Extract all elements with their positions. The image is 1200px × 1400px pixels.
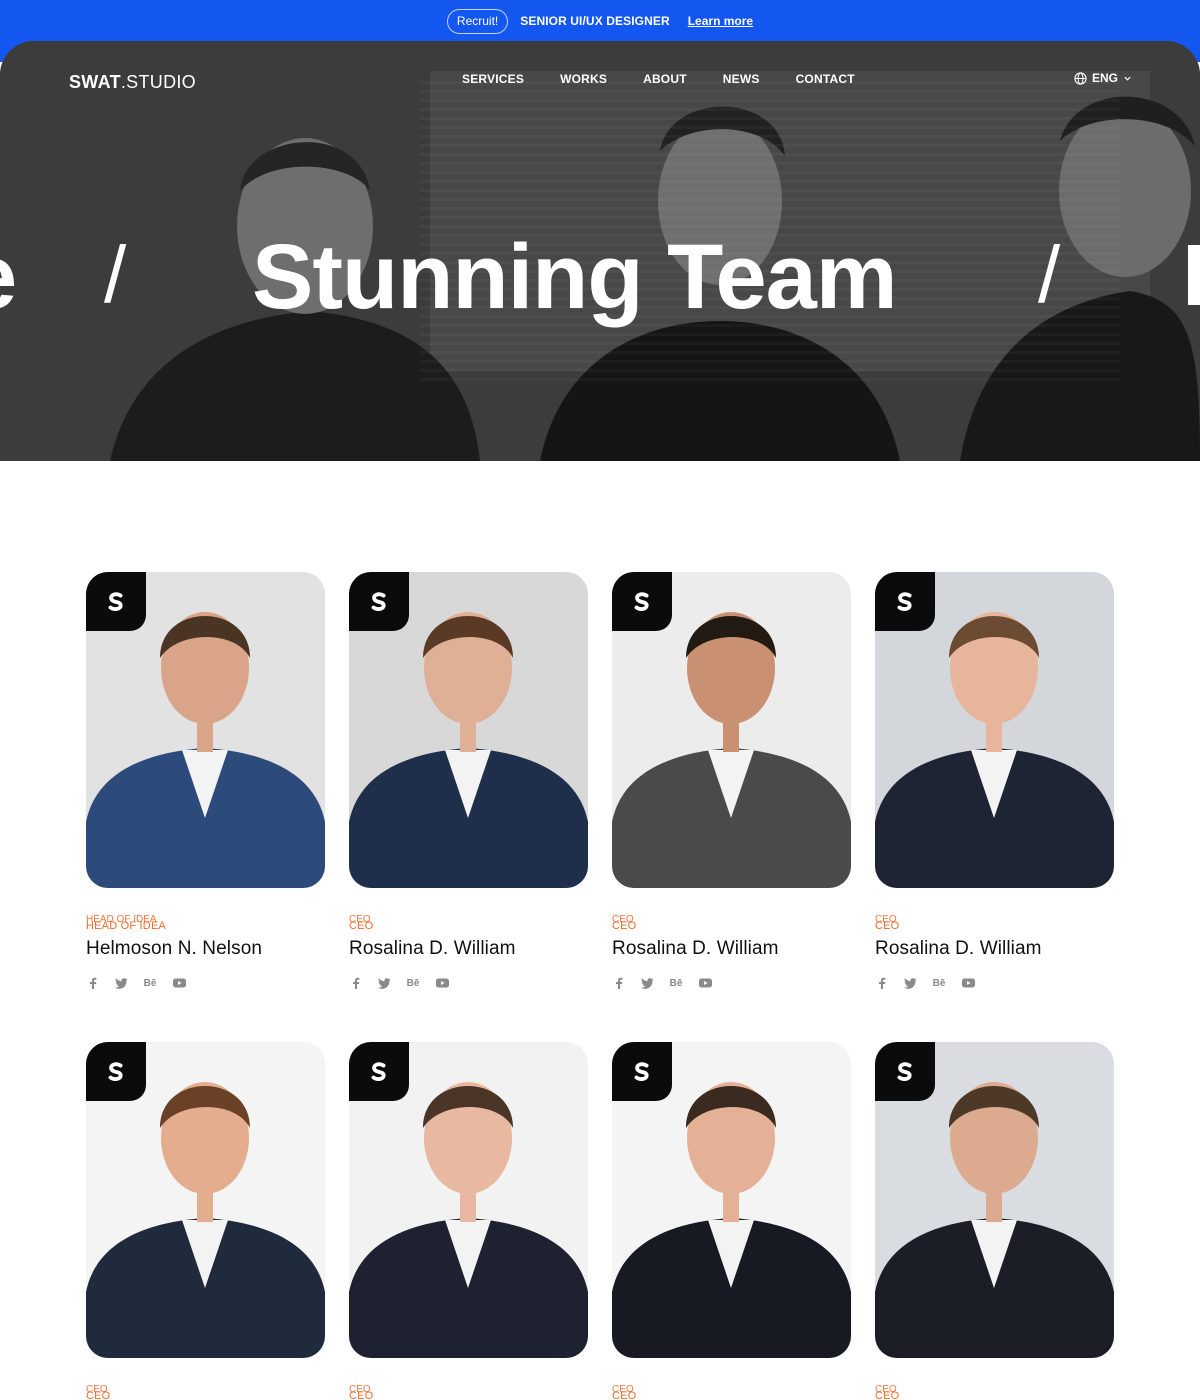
member-role-ghost: CEO bbox=[612, 914, 634, 924]
twitter-icon[interactable] bbox=[377, 976, 391, 990]
youtube-icon[interactable] bbox=[435, 976, 449, 990]
twitter-icon[interactable] bbox=[903, 976, 917, 990]
globe-icon bbox=[1074, 71, 1087, 85]
member-role-ghost: HEAD OF IDEA bbox=[86, 914, 157, 924]
facebook-icon[interactable] bbox=[875, 976, 889, 990]
team-member-card[interactable]: CEO CEO Bē bbox=[86, 1042, 325, 1400]
facebook-icon[interactable] bbox=[349, 976, 363, 990]
member-social-links: Bē bbox=[875, 976, 1114, 990]
member-role-ghost: CEO bbox=[86, 1384, 108, 1394]
brand-s-icon bbox=[897, 1061, 912, 1081]
brand-s-icon bbox=[371, 591, 386, 611]
brand-badge bbox=[875, 572, 935, 631]
brand-s-icon bbox=[108, 591, 123, 611]
brand-badge bbox=[86, 1042, 146, 1101]
member-name[interactable]: Rosalina D. William bbox=[349, 938, 588, 960]
learn-more-link[interactable]: Learn more bbox=[688, 14, 753, 28]
member-role-ghost: CEO bbox=[875, 914, 897, 924]
recruit-badge[interactable]: Recruit! bbox=[446, 8, 509, 34]
team-member-card[interactable]: HEAD OF IDEA HEAD OF IDEA Helmoson N. Ne… bbox=[86, 572, 325, 990]
hero-section: SWAT.STUDIO SERVICES WORKS ABOUT NEWS CO… bbox=[0, 41, 1200, 461]
team-member-card[interactable]: CEO CEO Bē bbox=[875, 1042, 1114, 1400]
member-photo[interactable] bbox=[86, 572, 325, 888]
behance-icon[interactable]: Bē bbox=[931, 976, 947, 990]
nav-item-news[interactable]: NEWS bbox=[723, 72, 760, 86]
nav-item-about[interactable]: ABOUT bbox=[643, 72, 687, 86]
brand-badge bbox=[875, 1042, 935, 1101]
youtube-icon[interactable] bbox=[698, 976, 712, 990]
member-photo[interactable] bbox=[875, 1042, 1114, 1358]
member-photo[interactable] bbox=[875, 572, 1114, 888]
brand-badge bbox=[349, 572, 409, 631]
brand-badge bbox=[349, 1042, 409, 1101]
logo-light: .STUDIO bbox=[120, 72, 196, 92]
member-social-links: Bē bbox=[86, 976, 325, 990]
brand-s-icon bbox=[371, 1061, 386, 1081]
brand-s-icon bbox=[897, 591, 912, 611]
brand-badge bbox=[612, 572, 672, 631]
chevron-down-icon bbox=[1124, 76, 1131, 81]
logo-bold: SWAT bbox=[69, 72, 121, 92]
member-photo[interactable] bbox=[86, 1042, 325, 1358]
team-member-card[interactable]: CEO CEO Rosalina D. William Bē bbox=[612, 572, 851, 990]
member-role-ghost: CEO bbox=[349, 914, 371, 924]
behance-icon[interactable]: Bē bbox=[668, 976, 684, 990]
logo[interactable]: SWAT.STUDIO bbox=[69, 72, 196, 93]
youtube-icon[interactable] bbox=[961, 976, 975, 990]
member-photo[interactable] bbox=[349, 572, 588, 888]
member-role-ghost: CEO bbox=[349, 1384, 371, 1394]
brand-s-icon bbox=[108, 1061, 123, 1081]
nav-item-works[interactable]: WORKS bbox=[560, 72, 607, 86]
team-member-card[interactable]: CEO CEO Rosalina D. William Bē bbox=[875, 572, 1114, 990]
member-social-links: Bē bbox=[349, 976, 588, 990]
hero-marquee: e / Stunning Team / bbox=[0, 225, 1200, 335]
twitter-icon[interactable] bbox=[640, 976, 654, 990]
team-member-card[interactable]: CEO CEO Bē bbox=[612, 1042, 851, 1400]
member-role-ghost: CEO bbox=[612, 1384, 634, 1394]
announcement-text: SENIOR UI/UX DESIGNER bbox=[520, 14, 670, 28]
brand-badge bbox=[86, 572, 146, 631]
brand-badge bbox=[612, 1042, 672, 1101]
nav-menu: SERVICES WORKS ABOUT NEWS CONTACT bbox=[462, 72, 855, 86]
member-photo[interactable] bbox=[349, 1042, 588, 1358]
main-nav: SWAT.STUDIO SERVICES WORKS ABOUT NEWS CO… bbox=[0, 41, 1200, 119]
member-name[interactable]: Rosalina D. William bbox=[875, 938, 1114, 960]
team-member-card[interactable]: CEO CEO Rosalina D. William Bē bbox=[349, 572, 588, 990]
brand-s-icon bbox=[634, 591, 649, 611]
behance-icon[interactable]: Bē bbox=[405, 976, 421, 990]
marquee-separator: / bbox=[104, 230, 127, 319]
twitter-icon[interactable] bbox=[114, 976, 128, 990]
language-selector[interactable]: ENG bbox=[1074, 71, 1132, 85]
member-name[interactable]: Helmoson N. Nelson bbox=[86, 938, 325, 960]
facebook-icon[interactable] bbox=[86, 976, 100, 990]
member-photo[interactable] bbox=[612, 572, 851, 888]
member-social-links: Bē bbox=[612, 976, 851, 990]
nav-item-contact[interactable]: CONTACT bbox=[796, 72, 855, 86]
team-member-card[interactable]: CEO CEO Bē bbox=[349, 1042, 588, 1400]
facebook-icon[interactable] bbox=[612, 976, 626, 990]
team-grid: HEAD OF IDEA HEAD OF IDEA Helmoson N. Ne… bbox=[86, 572, 1114, 1400]
language-label: ENG bbox=[1091, 71, 1118, 85]
behance-icon[interactable]: Bē bbox=[142, 976, 158, 990]
member-role-ghost: CEO bbox=[875, 1384, 897, 1394]
marquee-next-fragment bbox=[1188, 245, 1200, 305]
marquee-separator: / bbox=[1038, 230, 1061, 319]
member-photo[interactable] bbox=[612, 1042, 851, 1358]
page-title: Stunning Team bbox=[252, 226, 898, 328]
youtube-icon[interactable] bbox=[172, 976, 186, 990]
brand-s-icon bbox=[634, 1061, 649, 1081]
marquee-prev-fragment: e bbox=[0, 225, 17, 330]
member-name[interactable]: Rosalina D. William bbox=[612, 938, 851, 960]
nav-item-services[interactable]: SERVICES bbox=[462, 72, 524, 86]
